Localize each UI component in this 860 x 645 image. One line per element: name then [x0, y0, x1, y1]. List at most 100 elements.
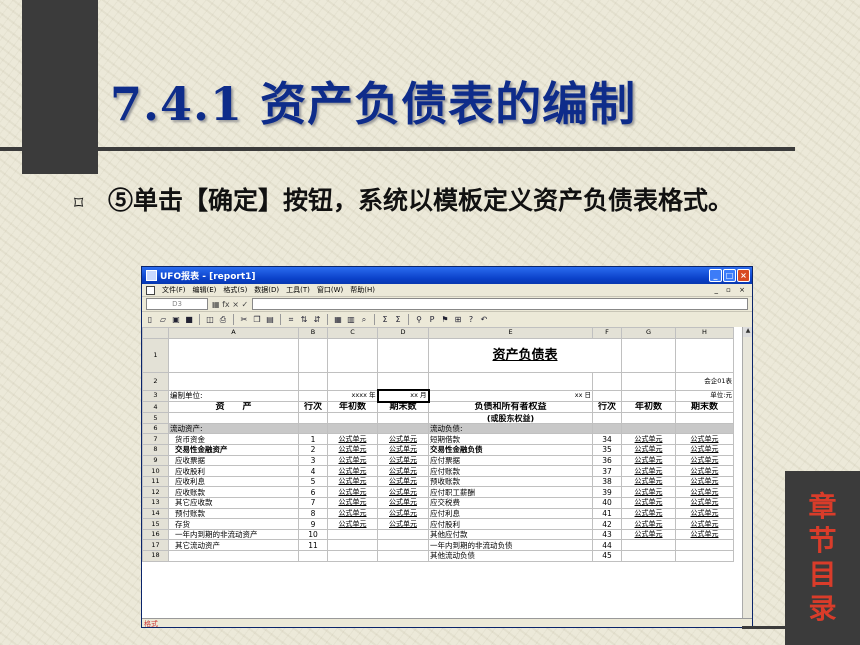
formula-input[interactable] [252, 298, 748, 310]
row-header[interactable]: 3 [142, 389, 169, 403]
mdi-controls[interactable]: _ ▫ × [714, 286, 748, 294]
cell[interactable] [621, 539, 676, 551]
vertical-scrollbar[interactable]: ▲ [742, 327, 752, 618]
asset-name-cell[interactable]: 交易性金融资产 [168, 444, 299, 456]
cell[interactable] [327, 412, 378, 424]
liability-name-cell[interactable]: 应付票据 [428, 454, 593, 467]
cell[interactable] [675, 337, 734, 373]
cell[interactable] [621, 337, 676, 373]
liability-line-cell[interactable]: 44 [592, 539, 622, 551]
row-header[interactable]: 11 [142, 475, 169, 488]
cell[interactable] [298, 422, 328, 435]
formula-cell[interactable]: 公式单元 [675, 507, 734, 520]
column-header[interactable]: A [168, 327, 299, 339]
cell[interactable] [298, 371, 328, 391]
menu-edit[interactable]: 编辑(E) [193, 285, 217, 295]
cell[interactable] [675, 550, 734, 562]
sum2-icon[interactable]: Ʃ [393, 315, 403, 325]
header-opening[interactable]: 年初数 [621, 401, 676, 414]
chart-icon[interactable]: ▥ [346, 315, 356, 325]
formula-cell[interactable]: 公式单元 [621, 444, 676, 456]
header-line-no[interactable]: 行次 [298, 401, 328, 414]
cell[interactable] [592, 422, 622, 435]
day-cell[interactable]: xx 日 [428, 389, 593, 403]
formula-cell[interactable]: 公式单元 [621, 433, 676, 446]
cell[interactable] [168, 371, 299, 391]
cell[interactable] [377, 422, 429, 435]
asset-name-cell[interactable]: 应收账款 [168, 486, 299, 499]
formula-cell[interactable]: 公式单元 [675, 433, 734, 446]
undo-icon[interactable]: ↶ [479, 315, 489, 325]
liability-name-cell[interactable]: 短期借款 [428, 433, 593, 446]
formula-cell[interactable]: 公式单元 [675, 444, 734, 456]
unit-label-cell[interactable]: 编制单位: [168, 389, 299, 403]
formula-cell[interactable]: 公式单元 [377, 486, 429, 499]
header-line-no[interactable]: 行次 [592, 401, 622, 414]
liability-line-cell[interactable]: 39 [592, 486, 622, 499]
cell[interactable] [168, 412, 299, 424]
asset-line-cell[interactable]: 7 [298, 497, 328, 509]
row-header[interactable]: 8 [142, 444, 169, 456]
close-button[interactable]: × [737, 269, 750, 282]
scroll-up-icon[interactable]: ▲ [743, 327, 752, 337]
asset-line-cell[interactable]: 3 [298, 454, 328, 467]
formula-cell[interactable]: 公式单元 [327, 454, 378, 467]
link-icon[interactable]: ⚲ [414, 315, 424, 325]
liability-name-cell[interactable]: 应付职工薪酬 [428, 486, 593, 499]
liability-line-cell[interactable]: 34 [592, 433, 622, 446]
row-header[interactable]: 18 [142, 550, 169, 562]
menu-tools[interactable]: 工具(T) [286, 285, 310, 295]
spreadsheet[interactable]: A B C D E F G H 1 资产负债表 2 会企01表 3 编制单位: … [142, 327, 742, 618]
formula-cell[interactable]: 公式单元 [327, 486, 378, 499]
cell[interactable] [298, 337, 328, 373]
paste-icon[interactable]: ▤ [265, 315, 275, 325]
section-current-assets[interactable]: 流动资产: [168, 422, 299, 435]
asset-line-cell[interactable]: 5 [298, 475, 328, 488]
formula-cell[interactable]: 公式单元 [377, 518, 429, 530]
window-titlebar[interactable]: UFO报表 - [report1] _ □ × [142, 267, 752, 284]
row-header[interactable]: 12 [142, 486, 169, 499]
cell[interactable] [327, 371, 378, 391]
asset-name-cell[interactable]: 其它应收款 [168, 497, 299, 509]
formula-cell[interactable]: 公式单元 [377, 444, 429, 456]
sort-asc-icon[interactable]: ⇅ [299, 315, 309, 325]
header-opening[interactable]: 年初数 [327, 401, 378, 414]
asset-name-cell[interactable] [168, 550, 299, 562]
formula-cell[interactable]: 公式单元 [327, 444, 378, 456]
liability-name-cell[interactable]: 应交税费 [428, 497, 593, 509]
formula-cell[interactable]: 公式单元 [377, 454, 429, 467]
formula-cell[interactable]: 公式单元 [621, 475, 676, 488]
open-icon[interactable]: ▱ [158, 315, 168, 325]
asset-line-cell[interactable]: 11 [298, 539, 328, 551]
liability-line-cell[interactable]: 41 [592, 507, 622, 520]
formula-cell[interactable]: 公式单元 [675, 465, 734, 477]
header-assets[interactable]: 资 产 [168, 401, 299, 414]
asset-name-cell[interactable]: 应收票据 [168, 454, 299, 467]
help-arrow-icon[interactable]: ? [466, 315, 476, 325]
liability-name-cell[interactable]: 应付账款 [428, 465, 593, 477]
column-header[interactable]: F [592, 327, 622, 339]
p-icon[interactable]: P [427, 315, 437, 325]
sort-desc-icon[interactable]: ⇵ [312, 315, 322, 325]
liability-name-cell[interactable]: 交易性金融负债 [428, 444, 593, 456]
row-header[interactable]: 14 [142, 507, 169, 520]
cell[interactable] [377, 371, 429, 391]
cell-reference-box[interactable]: D3 [146, 298, 208, 310]
save-icon[interactable]: ▣ [171, 315, 181, 325]
liability-line-cell[interactable]: 45 [592, 550, 622, 562]
formula-cell[interactable]: 公式单元 [327, 518, 378, 530]
column-header[interactable]: B [298, 327, 328, 339]
cell[interactable] [675, 539, 734, 551]
menu-help[interactable]: 帮助(H) [350, 285, 375, 295]
column-header[interactable]: E [428, 327, 593, 339]
year-cell[interactable]: xxxx 年 [327, 389, 378, 403]
chapter-nav-button[interactable]: 章 节 目 录 [785, 471, 860, 645]
asset-name-cell[interactable]: 应收利息 [168, 475, 299, 488]
cut-icon[interactable]: ✂ [239, 315, 249, 325]
formula-cell[interactable]: 公式单元 [621, 518, 676, 530]
copy-icon[interactable]: ❐ [252, 315, 262, 325]
cell[interactable] [675, 422, 734, 435]
formula-cell[interactable]: 公式单元 [327, 507, 378, 520]
liability-line-cell[interactable]: 36 [592, 454, 622, 467]
cell[interactable] [377, 528, 429, 541]
